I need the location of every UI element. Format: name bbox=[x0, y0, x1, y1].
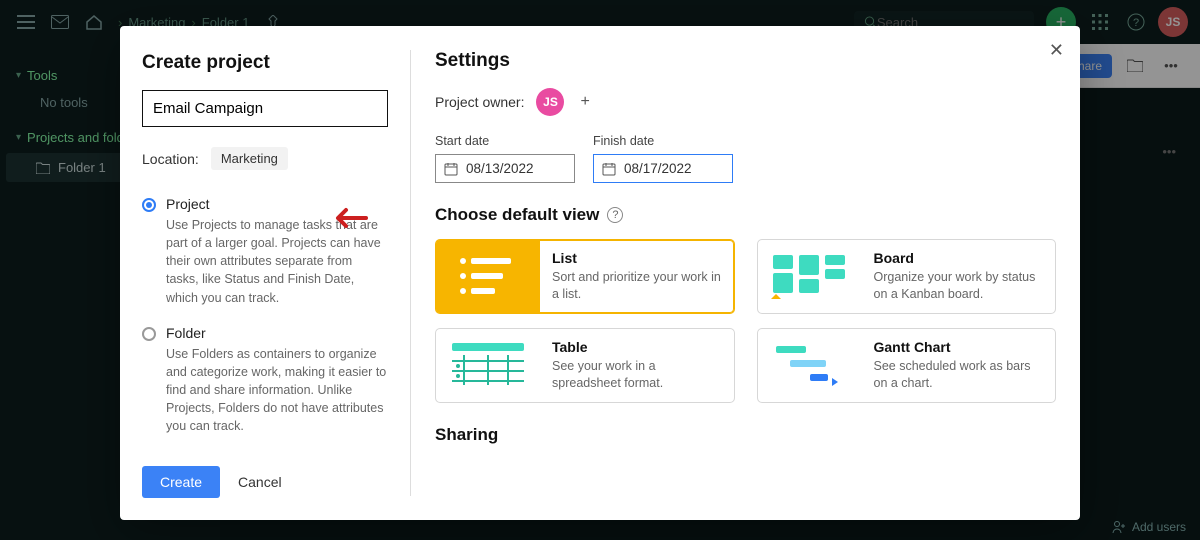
gantt-thumb-icon bbox=[758, 329, 862, 402]
create-project-modal: ✕ Create project Location: Marketing Pro… bbox=[120, 26, 1080, 520]
type-radio-folder[interactable]: Folder Use Folders as containers to orga… bbox=[142, 325, 388, 436]
close-icon[interactable]: ✕ bbox=[1045, 36, 1068, 65]
view-title: List bbox=[552, 250, 722, 266]
calendar-icon bbox=[444, 162, 458, 176]
add-owner-button[interactable]: + bbox=[576, 93, 593, 111]
owner-avatar[interactable]: JS bbox=[536, 88, 564, 116]
location-chip[interactable]: Marketing bbox=[211, 147, 288, 170]
finish-date-input[interactable]: 08/17/2022 bbox=[593, 154, 733, 183]
calendar-icon bbox=[602, 162, 616, 176]
view-desc: See scheduled work as bars on a chart. bbox=[874, 358, 1044, 392]
view-title: Board bbox=[874, 250, 1044, 266]
radio-label: Folder bbox=[166, 325, 388, 341]
location-label: Location: bbox=[142, 151, 199, 167]
create-project-title: Create project bbox=[142, 52, 388, 74]
cancel-button[interactable]: Cancel bbox=[238, 474, 282, 490]
view-desc: See your work in a spreadsheet format. bbox=[552, 358, 722, 392]
create-button[interactable]: Create bbox=[142, 466, 220, 498]
finish-date-value: 08/17/2022 bbox=[624, 161, 692, 176]
view-option-board[interactable]: Board Organize your work by status on a … bbox=[757, 239, 1057, 314]
help-icon[interactable]: ? bbox=[607, 207, 623, 223]
project-name-input[interactable] bbox=[142, 90, 388, 127]
view-desc: Sort and prioritize your work in a list. bbox=[552, 269, 722, 303]
view-title: Table bbox=[552, 339, 722, 355]
start-date-value: 08/13/2022 bbox=[466, 161, 534, 176]
view-desc: Organize your work by status on a Kanban… bbox=[874, 269, 1044, 303]
sharing-title: Sharing bbox=[435, 425, 1056, 445]
default-view-title: Choose default view bbox=[435, 205, 599, 225]
start-date-input[interactable]: 08/13/2022 bbox=[435, 154, 575, 183]
modal-right-pane: Settings Project owner: JS + Start date … bbox=[411, 26, 1080, 520]
annotation-arrow-icon bbox=[328, 204, 368, 232]
table-thumb-icon bbox=[436, 329, 540, 402]
start-date-label: Start date bbox=[435, 134, 575, 148]
finish-date-label: Finish date bbox=[593, 134, 733, 148]
modal-overlay: ✕ Create project Location: Marketing Pro… bbox=[0, 0, 1200, 540]
board-thumb-icon bbox=[758, 240, 862, 313]
radio-icon[interactable] bbox=[142, 327, 156, 341]
modal-left-pane: Create project Location: Marketing Proje… bbox=[120, 26, 410, 520]
owner-label: Project owner: bbox=[435, 94, 524, 110]
radio-icon[interactable] bbox=[142, 198, 156, 212]
radio-description: Use Folders as containers to organize an… bbox=[166, 345, 388, 436]
view-option-list[interactable]: List Sort and prioritize your work in a … bbox=[435, 239, 735, 314]
list-thumb-icon bbox=[436, 240, 540, 313]
view-option-table[interactable]: Table See your work in a spreadsheet for… bbox=[435, 328, 735, 403]
view-option-gantt[interactable]: Gantt Chart See scheduled work as bars o… bbox=[757, 328, 1057, 403]
view-title: Gantt Chart bbox=[874, 339, 1044, 355]
settings-title: Settings bbox=[435, 50, 1056, 72]
